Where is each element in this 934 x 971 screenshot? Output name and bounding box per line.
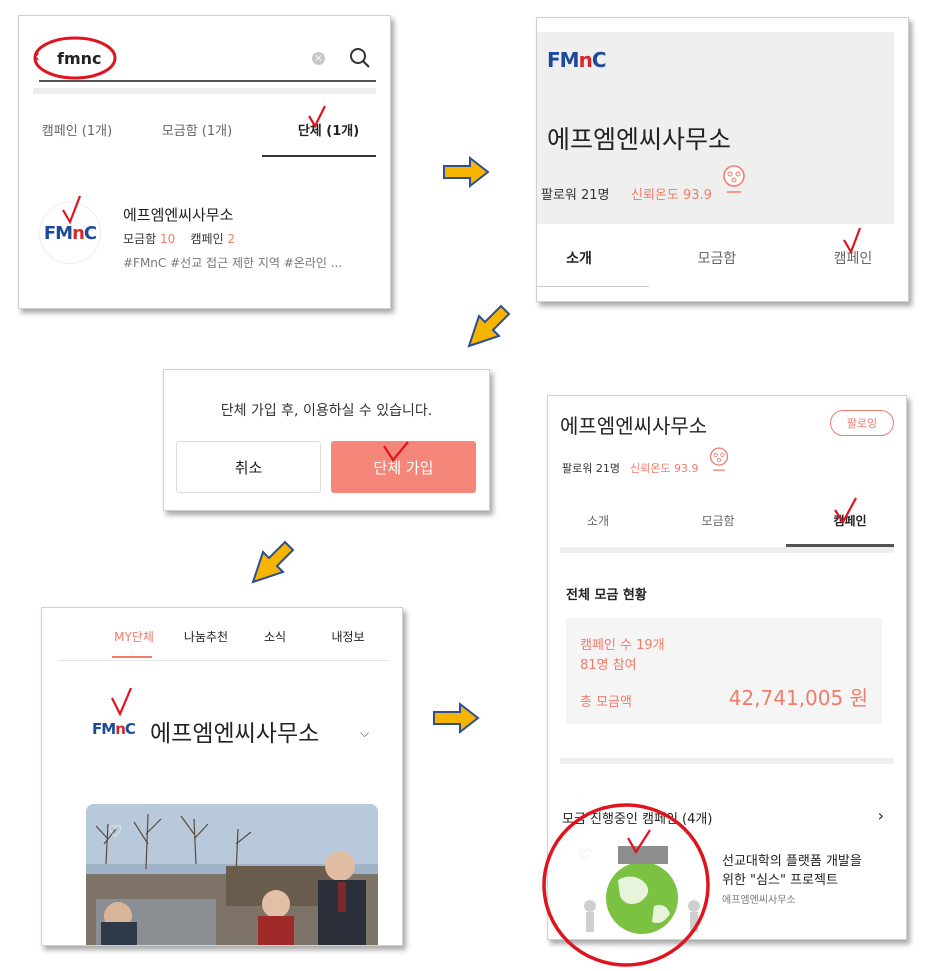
tab-news[interactable]: 소식	[250, 628, 300, 645]
search-results-panel: ‹ fmnc × 캠페인 (1개) 모금함 (1개) 단체 (1개) FMnC …	[18, 15, 391, 309]
tab-organization[interactable]: 단체 (1개)	[281, 120, 376, 139]
join-button[interactable]: 단체 가입	[331, 441, 476, 493]
org-profile-panel: FMnC 에프엠엔씨사무소 팔로워 21명 신뢰온도 93.9 소개 모금함 캠…	[536, 17, 909, 302]
chevron-down-icon[interactable]: ⌵	[360, 726, 369, 741]
ongoing-campaigns-header[interactable]: 모금 진행중인 캠페인 (4개) ›	[562, 806, 884, 830]
search-icon[interactable]	[349, 47, 371, 69]
right-arrow	[443, 155, 490, 189]
campaign-count: 캠페인 수 19개	[580, 638, 665, 653]
down-left-arrow	[467, 304, 511, 348]
back-icon[interactable]: ‹	[33, 46, 40, 67]
tab-campaign[interactable]: 캠페인 (1개)	[27, 120, 127, 139]
participant-count: 81명 참여	[580, 658, 637, 673]
divider-band	[33, 88, 376, 94]
feed-photo	[86, 804, 378, 945]
following-label: 팔로잉	[846, 417, 878, 430]
join-dialog: 단체 가입 후, 이용하실 수 있습니다. 취소 단체 가입	[163, 369, 490, 511]
fmnc-logo-text: FMnC	[43, 222, 97, 244]
tab-my-info[interactable]: 내정보	[318, 628, 378, 645]
campaign-followers: 팔로워 21명	[562, 462, 620, 475]
fundraising-summary-box: 캠페인 수 19개 81명 참여 총 모금액 42,741,005 원	[566, 618, 882, 724]
feed-photo-card[interactable]: ♡	[86, 804, 378, 945]
profile-trust: 신뢰온도 93.9	[631, 188, 712, 203]
trust-temperature-icon	[723, 165, 745, 193]
active-tab-indicator	[537, 286, 649, 287]
tab-fundbox[interactable]: 모금함	[688, 512, 748, 529]
nav-divider	[58, 660, 388, 661]
campaign-trust: 신뢰온도 93.9	[630, 462, 699, 475]
tab-campaign[interactable]: 캠페인	[813, 248, 893, 268]
right-arrow	[433, 701, 480, 735]
stat-fundbox-value: 10	[159, 232, 176, 246]
chevron-right-icon: ›	[877, 806, 884, 825]
profile-logo: FMnC	[547, 48, 607, 72]
stat-fundbox-label: 모금함	[123, 232, 157, 246]
tab-divider	[560, 547, 894, 553]
dialog-message: 단체 가입 후, 이용하실 수 있습니다.	[220, 403, 433, 419]
clear-icon[interactable]: ×	[312, 52, 325, 65]
total-label: 총 모금액	[580, 695, 632, 710]
org-tags: #FMnC #선교 접근 제한 지역 #온라인 ...	[123, 256, 343, 270]
my-org-panel: MY단체 나눔추천 소식 내정보 FMnC 에프엠엔씨사무소 ⌵ ♡	[41, 607, 403, 946]
join-label: 단체 가입	[373, 458, 434, 477]
tab-fundbox[interactable]: 모금함 (1개)	[147, 120, 247, 139]
result-row[interactable]: FMnC 에프엠엔씨사무소 모금함 10 캠페인 2 #FMnC #선교 접근 …	[33, 196, 376, 276]
my-org-logo: FMnC	[92, 720, 136, 738]
cancel-label: 취소	[234, 458, 263, 477]
campaign-title-line1: 선교대학의 플랫폼 개발을	[722, 854, 862, 869]
profile-followers: 팔로워 21명	[541, 188, 610, 203]
ongoing-title: 모금 진행중인 캠페인 (4개)	[562, 812, 713, 827]
search-underline	[39, 80, 376, 82]
thumb-heart-icon[interactable]: ♡	[578, 846, 591, 864]
following-button[interactable]: 팔로잉	[830, 410, 894, 436]
campaign-title-line2: 위한 "심스" 프로젝트	[722, 873, 838, 888]
campaign-org: 에프엠엔씨사무소	[722, 895, 796, 906]
trust-temperature-icon	[709, 447, 729, 471]
campaign-card[interactable]: ♡ 선교대학의 플랫폼 개발을 위한 "심스" 프로젝트 에프엠엔씨사무소	[562, 836, 892, 939]
tab-my-org[interactable]: MY단체	[104, 628, 164, 645]
section-title: 전체 모금 현황	[566, 588, 647, 603]
org-logo: FMnC	[39, 202, 101, 264]
tab-recommend[interactable]: 나눔추천	[176, 628, 236, 645]
stat-campaign-value: 2	[227, 232, 236, 246]
total-amount: 42,741,005 원	[728, 686, 868, 710]
tab-campaign[interactable]: 캠페인	[810, 512, 890, 529]
cancel-button[interactable]: 취소	[176, 441, 321, 493]
tab-intro[interactable]: 소개	[549, 248, 609, 268]
stat-campaign-label: 캠페인	[190, 232, 224, 246]
active-tab-indicator	[262, 155, 376, 157]
org-campaign-panel: 에프엠엔씨사무소 팔로잉 팔로워 21명 신뢰온도 93.9 소개 모금함 캠페…	[547, 395, 907, 940]
org-stats: 모금함 10 캠페인 2	[123, 230, 235, 247]
org-name: 에프엠엔씨사무소	[123, 206, 234, 224]
campaign-org-name: 에프엠엔씨사무소	[560, 414, 708, 438]
tab-intro[interactable]: 소개	[568, 512, 628, 529]
my-org-name[interactable]: 에프엠엔씨사무소	[150, 714, 319, 748]
down-left-arrow	[251, 540, 295, 584]
heart-icon[interactable]: ♡	[108, 822, 122, 841]
profile-org-name: 에프엠엔씨사무소	[547, 125, 732, 154]
my-org-tab-underline	[112, 656, 152, 658]
search-input[interactable]: fmnc	[57, 49, 102, 68]
tab-fundbox[interactable]: 모금함	[677, 248, 757, 268]
section-divider	[560, 758, 894, 764]
